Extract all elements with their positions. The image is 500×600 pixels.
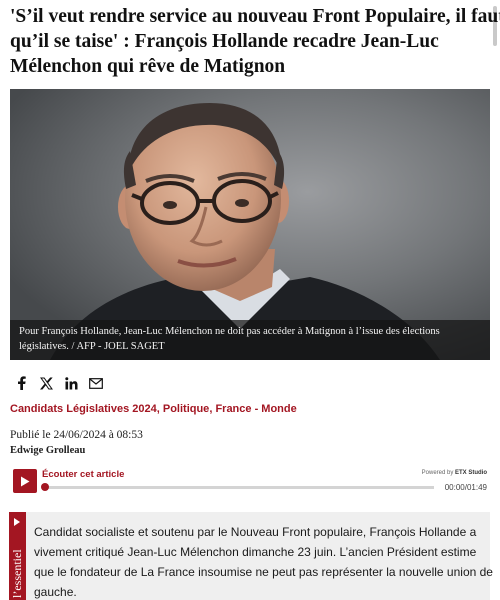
- progress-knob[interactable]: [41, 483, 49, 491]
- essentiel-summary: Candidat socialiste et soutenu par le No…: [34, 522, 493, 600]
- powered-by: Powered by ETX Studio: [422, 470, 487, 476]
- play-icon: [21, 476, 30, 486]
- audio-progress-track[interactable]: [41, 483, 434, 491]
- audio-time: 00:00/01:49: [444, 483, 487, 492]
- essentiel-tag-label: l’essentiel: [10, 549, 24, 598]
- headline-line: Mélenchon qui rêve de Matignon: [10, 56, 286, 77]
- photo-caption: Pour François Hollande, Jean-Luc Mélench…: [10, 320, 490, 360]
- summary-line: vivement critiqué Jean-Luc Mélenchon dim…: [34, 545, 477, 559]
- audio-player: Écouter cet article Powered by ETX Studi…: [10, 465, 490, 497]
- article-headline: 'S’il veut rendre service au nouveau Fro…: [10, 4, 500, 79]
- category-links: Candidats Législatives 2024, Politique, …: [10, 403, 297, 415]
- caption-line: législatives. / AFP - JOEL SAGET: [19, 341, 165, 352]
- essentiel-box: l’essentiel Candidat socialiste et soute…: [9, 512, 493, 600]
- email-icon[interactable]: [87, 374, 105, 392]
- page-scrollbar[interactable]: [493, 0, 498, 600]
- author-name[interactable]: Edwige Grolleau: [10, 445, 85, 456]
- linkedin-icon[interactable]: [62, 374, 80, 392]
- headline-line: 'S’il veut rendre service au nouveau Fro…: [10, 6, 500, 27]
- powered-by-brand: ETX Studio: [455, 470, 487, 476]
- summary-line: Candidat socialiste et soutenu par le No…: [34, 525, 477, 539]
- article-photo: Pour François Hollande, Jean-Luc Mélench…: [10, 89, 490, 360]
- caption-line: Pour François Hollande, Jean-Luc Mélench…: [19, 326, 440, 337]
- share-bar: [12, 374, 112, 392]
- category-link[interactable]: France - Monde: [215, 403, 296, 415]
- audio-label: Écouter cet article: [42, 469, 125, 480]
- x-twitter-icon[interactable]: [37, 374, 55, 392]
- play-button[interactable]: [13, 469, 37, 493]
- headline-line: qu’il se taise' : François Hollande reca…: [10, 31, 439, 52]
- powered-by-prefix: Powered by: [421, 470, 455, 476]
- category-link[interactable]: Candidats Législatives 2024: [10, 403, 157, 415]
- essentiel-tag: l’essentiel: [9, 512, 26, 600]
- summary-line: gauche.: [34, 585, 77, 599]
- summary-line: que le fondateur de La France insoumise …: [34, 565, 493, 579]
- caret-right-icon: [14, 518, 20, 526]
- category-link[interactable]: Politique: [163, 403, 209, 415]
- facebook-icon[interactable]: [12, 374, 30, 392]
- publish-date: Publié le 24/06/2024 à 08:53: [10, 429, 143, 441]
